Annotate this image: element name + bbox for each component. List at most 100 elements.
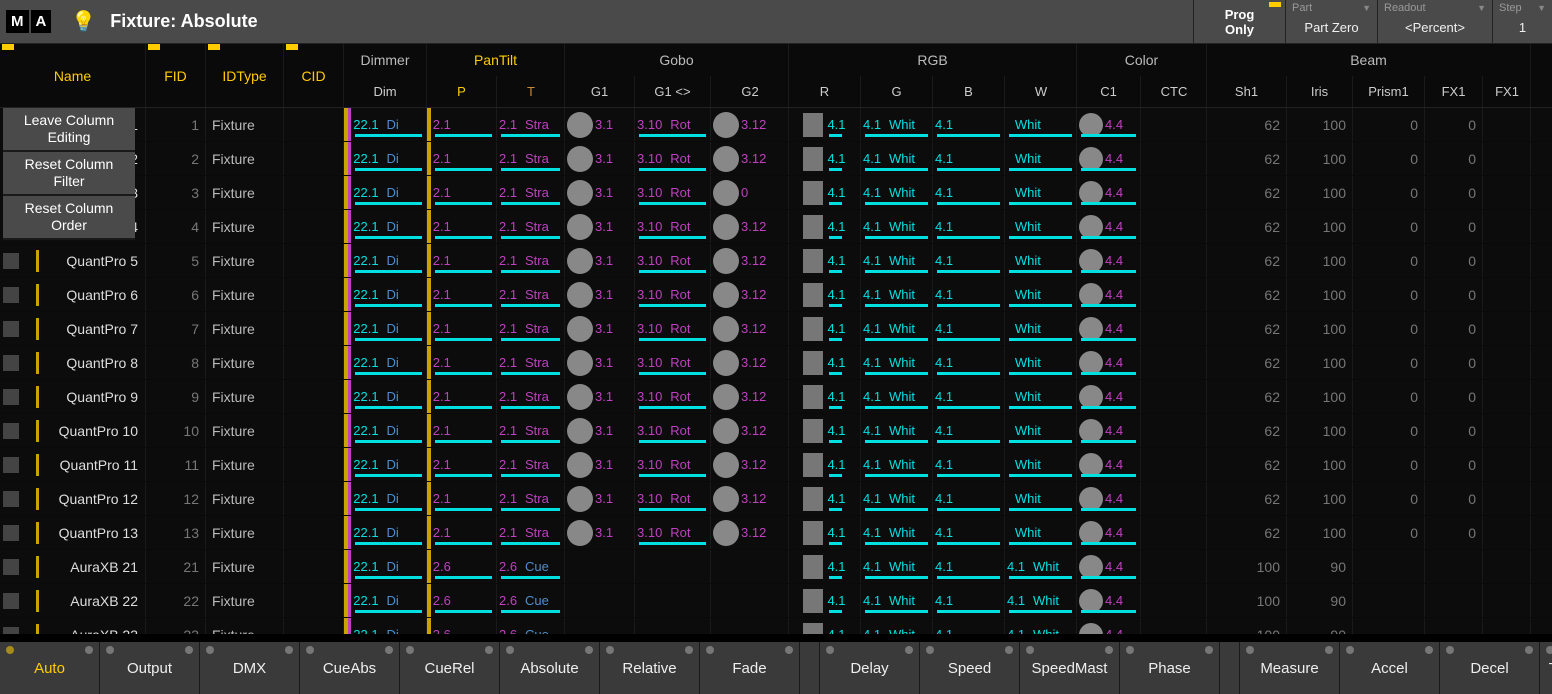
cell-g2[interactable]: 3.12: [711, 142, 789, 175]
cell-b[interactable]: 4.1: [933, 414, 1005, 447]
cell-c1[interactable]: 4.4: [1077, 346, 1141, 379]
cell-g[interactable]: 4.1 Whit: [861, 618, 933, 634]
step-dropdown[interactable]: Step ▼ 1: [1492, 0, 1552, 43]
tab-decel[interactable]: Decel: [1440, 642, 1540, 694]
cell-g2[interactable]: 3.12: [711, 278, 789, 311]
cell-g[interactable]: 4.1 Whit: [861, 210, 933, 243]
tab-dmx[interactable]: DMX: [200, 642, 300, 694]
cell-t[interactable]: 2.1 Stra: [497, 176, 565, 209]
cell-dim[interactable]: 22.1 Di: [344, 448, 427, 481]
selection-box[interactable]: [3, 593, 19, 609]
cell-name[interactable]: QuantPro 11: [0, 448, 146, 481]
col-dimmer[interactable]: Dimmer Dim: [344, 44, 427, 107]
tab-speedmast[interactable]: SpeedMast: [1020, 642, 1120, 694]
cell-t[interactable]: 2.1 Stra: [497, 108, 565, 141]
cell-g[interactable]: 4.1 Whit: [861, 142, 933, 175]
cell-t[interactable]: 2.1 Stra: [497, 244, 565, 277]
cell-c1[interactable]: 4.4: [1077, 550, 1141, 583]
cell-w[interactable]: 4.1 Whit: [1005, 550, 1077, 583]
cell-name[interactable]: AuraXB 21: [0, 550, 146, 583]
cell-dim[interactable]: 22.1 Di: [344, 584, 427, 617]
cell-r[interactable]: 4.1: [789, 312, 861, 345]
cell-g1s[interactable]: 3.10 Rot: [635, 346, 711, 379]
cell-w[interactable]: 4.1 Whit: [1005, 584, 1077, 617]
cell-g1s[interactable]: 3.10 Rot: [635, 414, 711, 447]
cell-w[interactable]: Whit: [1005, 312, 1077, 345]
cell-c1[interactable]: 4.4: [1077, 380, 1141, 413]
cell-g[interactable]: 4.1 Whit: [861, 312, 933, 345]
selection-box[interactable]: [3, 525, 19, 541]
cell-g1[interactable]: 3.1: [565, 210, 635, 243]
cell-name[interactable]: AuraXB 22: [0, 584, 146, 617]
col-pantilt[interactable]: PanTilt P T: [427, 44, 565, 107]
cell-c1[interactable]: 4.4: [1077, 414, 1141, 447]
reset-column-filter-button[interactable]: Reset Column Filter: [3, 152, 135, 196]
cell-r[interactable]: 4.1: [789, 482, 861, 515]
cell-w[interactable]: Whit: [1005, 244, 1077, 277]
cell-r[interactable]: 4.1: [789, 142, 861, 175]
cell-p[interactable]: 2.1: [427, 312, 497, 345]
cell-c1[interactable]: 4.4: [1077, 618, 1141, 634]
cell-t[interactable]: 2.1 Stra: [497, 278, 565, 311]
cell-g[interactable]: 4.1 Whit: [861, 176, 933, 209]
cell-r[interactable]: 4.1: [789, 176, 861, 209]
fixture-grid[interactable]: 11Fixture22.1 Di2.12.1 Stra3.13.10 Rot3.…: [0, 108, 1552, 634]
cell-p[interactable]: 2.6: [427, 584, 497, 617]
cell-r[interactable]: 4.1: [789, 584, 861, 617]
part-dropdown[interactable]: Part ▼ Part Zero: [1285, 0, 1377, 43]
cell-t[interactable]: 2.1 Stra: [497, 516, 565, 549]
cell-g[interactable]: 4.1 Whit: [861, 244, 933, 277]
col-color[interactable]: Color C1 CTC: [1077, 44, 1207, 107]
cell-p[interactable]: 2.1: [427, 176, 497, 209]
selection-box[interactable]: [3, 423, 19, 439]
cell-b[interactable]: 4.1: [933, 550, 1005, 583]
cell-t[interactable]: 2.1 Stra: [497, 210, 565, 243]
cell-g[interactable]: 4.1 Whit: [861, 108, 933, 141]
prog-only-button[interactable]: Prog Only: [1193, 0, 1285, 43]
cell-name[interactable]: QuantPro 13: [0, 516, 146, 549]
cell-w[interactable]: Whit: [1005, 380, 1077, 413]
cell-c1[interactable]: 4.4: [1077, 244, 1141, 277]
cell-b[interactable]: 4.1: [933, 244, 1005, 277]
selection-box[interactable]: [3, 457, 19, 473]
cell-g1s[interactable]: 3.10 Rot: [635, 380, 711, 413]
cell-g1s[interactable]: 3.10 Rot: [635, 312, 711, 345]
cell-g1s[interactable]: 3.10 Rot: [635, 278, 711, 311]
tab-measure[interactable]: Measure: [1240, 642, 1340, 694]
cell-g[interactable]: 4.1 Whit: [861, 278, 933, 311]
cell-c1[interactable]: 4.4: [1077, 482, 1141, 515]
tab-cuerel[interactable]: CueRel: [400, 642, 500, 694]
cell-t[interactable]: 2.1 Stra: [497, 414, 565, 447]
table-row[interactable]: QuantPro 66Fixture22.1 Di2.12.1 Stra3.13…: [0, 278, 1552, 312]
selection-box[interactable]: [3, 491, 19, 507]
table-row[interactable]: QuantPro 1111Fixture22.1 Di2.12.1 Stra3.…: [0, 448, 1552, 482]
selection-box[interactable]: [3, 389, 19, 405]
cell-c1[interactable]: 4.4: [1077, 176, 1141, 209]
cell-dim[interactable]: 22.1 Di: [344, 618, 427, 634]
cell-g1s[interactable]: 3.10 Rot: [635, 516, 711, 549]
cell-g2[interactable]: 3.12: [711, 380, 789, 413]
cell-g[interactable]: 4.1 Whit: [861, 346, 933, 379]
selection-box[interactable]: [3, 355, 19, 371]
cell-dim[interactable]: 22.1 Di: [344, 244, 427, 277]
cell-t[interactable]: 2.1 Stra: [497, 448, 565, 481]
cell-t[interactable]: 2.1 Stra: [497, 346, 565, 379]
cell-dim[interactable]: 22.1 Di: [344, 414, 427, 447]
cell-r[interactable]: 4.1: [789, 278, 861, 311]
cell-name[interactable]: QuantPro 5: [0, 244, 146, 277]
cell-p[interactable]: 2.1: [427, 516, 497, 549]
selection-box[interactable]: [3, 287, 19, 303]
selection-box[interactable]: [3, 253, 19, 269]
cell-g2[interactable]: 3.12: [711, 312, 789, 345]
col-rgb[interactable]: RGB R G B W: [789, 44, 1077, 107]
leave-column-editing-button[interactable]: Leave Column Editing: [3, 108, 135, 152]
cell-dim[interactable]: 22.1 Di: [344, 278, 427, 311]
cell-name[interactable]: QuantPro 7: [0, 312, 146, 345]
reset-column-order-button[interactable]: Reset Column Order: [3, 196, 135, 240]
cell-c1[interactable]: 4.4: [1077, 210, 1141, 243]
cell-g[interactable]: 4.1 Whit: [861, 380, 933, 413]
cell-b[interactable]: 4.1: [933, 108, 1005, 141]
cell-b[interactable]: 4.1: [933, 278, 1005, 311]
cell-t[interactable]: 2.6 Cue: [497, 550, 565, 583]
cell-dim[interactable]: 22.1 Di: [344, 142, 427, 175]
